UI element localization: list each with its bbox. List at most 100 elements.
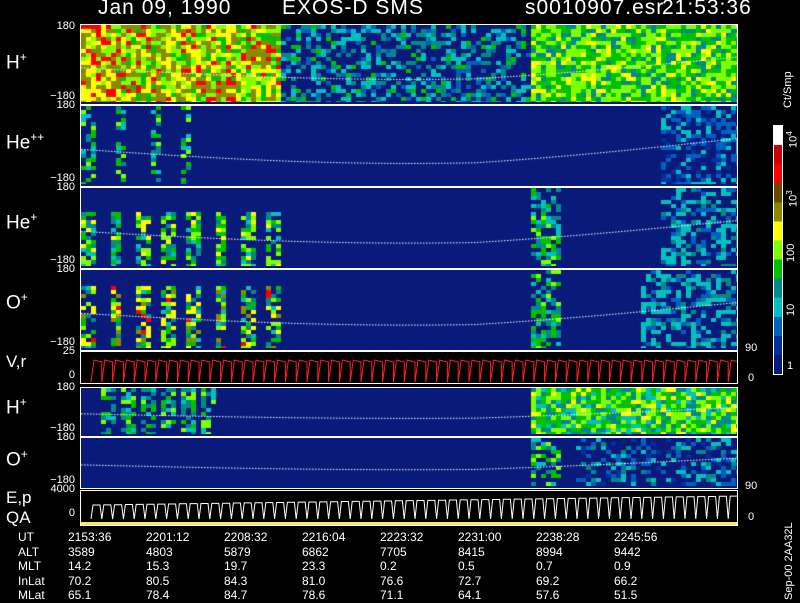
ephemeris-cell: 4803 bbox=[146, 544, 173, 559]
panel-o-plus-bot bbox=[80, 437, 738, 489]
ytick-min-7: 0 bbox=[68, 507, 75, 519]
ep-trace bbox=[81, 495, 737, 525]
cbar-tick-100: 100 bbox=[785, 243, 797, 262]
instrument-title: EXOS-D SMS bbox=[282, 0, 424, 19]
ephemeris-row-name: ALT bbox=[18, 544, 40, 559]
ephemeris-cell: 80.5 bbox=[146, 573, 170, 588]
panel-he-p bbox=[80, 187, 738, 269]
ephemeris-cell: 2231:00 bbox=[458, 530, 502, 544]
ytick-min-4: 0 bbox=[68, 369, 75, 381]
ytick-max-2: 180 bbox=[56, 181, 75, 193]
cbar-tick-1e4: 104 bbox=[785, 131, 800, 148]
ephemeris-cell: 7705 bbox=[380, 544, 407, 559]
panel-he-pp bbox=[80, 105, 738, 187]
ephemeris-cell: 9442 bbox=[614, 544, 641, 559]
ephemeris-table: UT 2153:36 2201:12 2208:32 2216:04 2223:32 223… bbox=[18, 530, 692, 603]
spectrogram-he-pp bbox=[81, 106, 737, 184]
spectrogram-h-plus-bot bbox=[81, 388, 737, 434]
panel-h-plus-bot bbox=[80, 387, 738, 437]
ephemeris-cell: 70.2 bbox=[68, 573, 92, 588]
ephemeris-cell: 2223:32 bbox=[380, 530, 424, 544]
ephemeris-cell: 6862 bbox=[302, 544, 329, 559]
ephemeris-cell: 5879 bbox=[224, 544, 251, 559]
ep-line bbox=[90, 495, 737, 520]
rtick-o-plus: 90 bbox=[745, 342, 758, 354]
ephemeris-cell: 3589 bbox=[68, 544, 95, 559]
colorbar bbox=[773, 125, 783, 375]
ytick-max-4: 25 bbox=[62, 345, 75, 357]
ephemeris-cell: 2216:04 bbox=[302, 530, 346, 544]
label-v-r: V,r bbox=[6, 352, 27, 371]
ephemeris-cell: 78.6 bbox=[302, 588, 326, 602]
spectrogram-he-p bbox=[81, 188, 737, 266]
colorbar-units: Ct/Smp bbox=[782, 71, 794, 108]
label-o-plus-bot: O+ bbox=[6, 447, 28, 471]
ephemeris-cell: 0.9 bbox=[614, 559, 631, 573]
rtick-ep: 0 bbox=[748, 511, 755, 523]
vr-line bbox=[90, 359, 737, 383]
ytick-max-3: 180 bbox=[56, 263, 75, 275]
spectrogram-h-plus-top bbox=[81, 25, 737, 102]
ephemeris-cell: 8994 bbox=[536, 544, 563, 559]
spectrogram-o-plus-bot bbox=[81, 438, 737, 486]
file-name: s0010907.esr bbox=[525, 0, 665, 19]
ephemeris-row: ALT 3589 4803 5879 6862 7705 8415 8994 9442 bbox=[18, 545, 692, 560]
ephemeris-cell: 57.6 bbox=[536, 588, 560, 602]
side-note: Sep-00 2AA32L bbox=[783, 522, 795, 600]
ephemeris-cell: 8415 bbox=[458, 544, 485, 559]
ephemeris-cell: 84.3 bbox=[224, 573, 248, 588]
cbar-tick-10: 10 bbox=[785, 303, 797, 316]
vr-trace bbox=[90, 359, 737, 383]
ytick-max-0: 180 bbox=[56, 20, 75, 32]
qa-bar bbox=[81, 522, 737, 525]
ephemeris-cell: 65.1 bbox=[68, 588, 92, 602]
ytick-max-7: 4000 bbox=[50, 483, 75, 495]
ephemeris-cell: 2245:56 bbox=[614, 530, 658, 544]
spectrogram-o-plus bbox=[81, 270, 737, 348]
panel-ep-qa bbox=[80, 490, 738, 526]
time-stamp: 21:53:36 bbox=[662, 0, 752, 19]
ephemeris-row: UT 2153:36 2201:12 2208:32 2216:04 2223:32 223… bbox=[18, 530, 692, 545]
ephemeris-cell: 84.7 bbox=[224, 588, 248, 602]
ephemeris-row-name: MLT bbox=[18, 559, 42, 573]
panel-h-plus-top bbox=[80, 24, 738, 105]
ephemeris-cell: 0.7 bbox=[536, 559, 553, 573]
ytick-max-6: 180 bbox=[56, 431, 75, 443]
ephemeris-cell: 69.2 bbox=[536, 573, 560, 588]
rtick-v-r: 0 bbox=[748, 372, 755, 384]
ephemeris-cell: 14.2 bbox=[68, 559, 92, 573]
label-he-p: He+ bbox=[6, 210, 38, 234]
cbar-tick-1e3: 103 bbox=[785, 190, 800, 207]
ephemeris-cell: 81.0 bbox=[302, 573, 326, 588]
label-h-plus-top: H+ bbox=[6, 50, 27, 74]
label-qa: QA bbox=[6, 508, 31, 527]
ephemeris-cell: 51.5 bbox=[614, 588, 638, 602]
ephemeris-cell: 23.3 bbox=[302, 559, 326, 573]
label-h-plus-bot: H+ bbox=[6, 395, 27, 419]
ephemeris-cell: 66.2 bbox=[614, 573, 638, 588]
ephemeris-cell: 78.4 bbox=[146, 588, 170, 602]
ephemeris-cell: 2238:28 bbox=[536, 530, 580, 544]
ephemeris-cell: 19.7 bbox=[224, 559, 248, 573]
ephemeris-row: InLat 70.2 80.5 84.3 81.0 76.6 72.7 69.2 66.2 bbox=[18, 574, 692, 589]
panel-v-r bbox=[80, 351, 738, 384]
ephemeris-row-name: InLat bbox=[18, 573, 45, 588]
ephemeris-cell: 15.3 bbox=[146, 559, 170, 573]
label-o-plus: O+ bbox=[6, 290, 28, 314]
date-title: Jan 09, 1990 bbox=[98, 0, 232, 19]
ephemeris-row: MLT 14.2 15.3 19.7 23.3 0.2 0.5 0.7 0.9 bbox=[18, 559, 692, 574]
ephemeris-cell: 72.7 bbox=[458, 573, 482, 588]
ytick-max-5: 180 bbox=[56, 381, 75, 393]
ephemeris-cell: 0.5 bbox=[458, 559, 475, 573]
ytick-max-1: 180 bbox=[56, 99, 75, 111]
ephemeris-row-name: UT bbox=[18, 530, 34, 544]
ephemeris-row: MLat 65.1 78.4 84.7 78.6 71.1 64.1 57.6 51.5 bbox=[18, 588, 692, 603]
label-he-pp: He++ bbox=[6, 130, 45, 154]
ephemeris-cell: 0.2 bbox=[380, 559, 397, 573]
ephemeris-cell: 71.1 bbox=[380, 588, 404, 602]
ephemeris-cell: 2208:32 bbox=[224, 530, 268, 544]
ephemeris-cell: 64.1 bbox=[458, 588, 482, 602]
panel-o-plus bbox=[80, 269, 738, 351]
ephemeris-cell: 76.6 bbox=[380, 573, 404, 588]
label-ep: E,p bbox=[6, 488, 32, 507]
